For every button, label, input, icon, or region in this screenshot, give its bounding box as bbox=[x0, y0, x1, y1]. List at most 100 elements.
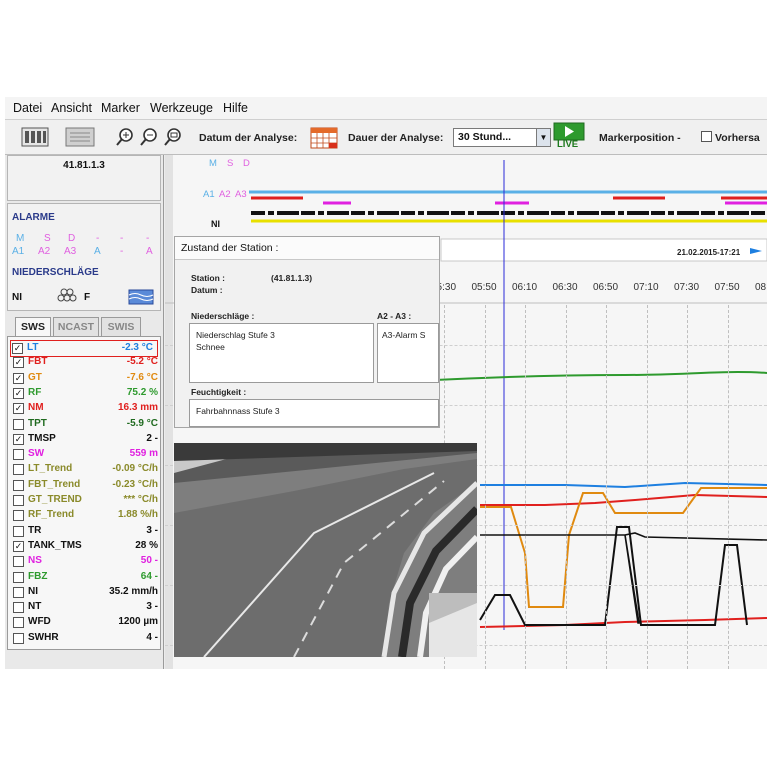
param-checkbox[interactable] bbox=[13, 586, 24, 598]
param-checkbox[interactable]: ✓ bbox=[13, 540, 24, 552]
param-checkbox[interactable]: ✓ bbox=[13, 403, 24, 415]
param-row-ns[interactable]: NS 50 - bbox=[12, 554, 162, 569]
param-checkbox[interactable] bbox=[13, 617, 24, 629]
param-row-fbt-trend[interactable]: FBT_Trend -0.23 °C/h bbox=[12, 478, 162, 493]
param-value: 16.3 mm bbox=[117, 402, 158, 414]
param-value: 1200 µm bbox=[118, 616, 158, 628]
time-tick-label: 06:10 bbox=[512, 282, 538, 293]
param-row-nm[interactable]: ✓ NM 16.3 mm bbox=[12, 401, 162, 416]
param-row-gt[interactable]: ✓ GT -7.6 °C bbox=[12, 371, 162, 386]
menu-marker[interactable]: Marker bbox=[101, 101, 140, 115]
station-id: 41.81.1.3 bbox=[63, 160, 105, 171]
zoom-out-icon[interactable] bbox=[139, 126, 159, 148]
station-state-panel: Zustand der Station : Station : (41.81.1… bbox=[174, 236, 440, 428]
menu-ansicht[interactable]: Ansicht bbox=[51, 101, 92, 115]
menu-bar: Datei Ansicht Marker Werkzeuge Hilfe bbox=[5, 97, 767, 120]
zoom-reset-icon[interactable] bbox=[163, 126, 183, 148]
param-tabs: SWS NCAST SWIS bbox=[7, 317, 161, 337]
zoom-in-icon[interactable] bbox=[115, 126, 135, 148]
param-checkbox[interactable]: ✓ bbox=[13, 387, 24, 399]
camera-picture bbox=[174, 443, 477, 657]
param-value: 4 - bbox=[146, 631, 158, 643]
tab-swis[interactable]: SWIS bbox=[101, 317, 141, 337]
road-camera-image[interactable] bbox=[174, 443, 477, 657]
param-value: -2.3 °C bbox=[121, 342, 153, 353]
param-row-rf-trend[interactable]: RF_Trend 1.88 %/h bbox=[12, 508, 162, 523]
tab-ncast[interactable]: NCAST bbox=[53, 317, 99, 337]
param-value: 2 - bbox=[146, 432, 158, 444]
param-row-tpt[interactable]: TPT -5.9 °C bbox=[12, 417, 162, 432]
param-checkbox[interactable] bbox=[13, 525, 24, 537]
param-value: -0.23 °C/h bbox=[112, 478, 158, 490]
param-checkbox[interactable] bbox=[13, 418, 24, 430]
timestamp-label: 21.02.2015-17:21 bbox=[677, 248, 741, 257]
precip-line-1: Niederschlag Stufe 3 bbox=[196, 330, 275, 340]
param-value: -5.2 °C bbox=[126, 356, 158, 368]
param-row-nt[interactable]: NT 3 - bbox=[12, 600, 162, 615]
param-name: NM bbox=[28, 402, 44, 414]
station-label: Station : bbox=[191, 273, 225, 283]
live-play-icon[interactable]: LIVE bbox=[553, 122, 585, 152]
param-checkbox[interactable] bbox=[13, 602, 24, 614]
param-row-tr[interactable]: TR 3 - bbox=[12, 524, 162, 539]
param-checkbox[interactable]: ✓ bbox=[13, 357, 24, 369]
alarm-a-2: A bbox=[146, 246, 153, 257]
param-row-tank-tms[interactable]: ✓ TANK_TMS 28 % bbox=[12, 539, 162, 554]
param-row-sw[interactable]: SW 559 m bbox=[12, 447, 162, 462]
time-tick-label: 07:10 bbox=[633, 282, 659, 293]
table-view-icon[interactable] bbox=[21, 126, 49, 148]
param-row-tmsp[interactable]: ✓ TMSP 2 - bbox=[12, 432, 162, 447]
menu-hilfe[interactable]: Hilfe bbox=[223, 101, 248, 115]
grid-line-vertical bbox=[606, 305, 607, 669]
param-row-lt-trend[interactable]: LT_Trend -0.09 °C/h bbox=[12, 462, 162, 477]
param-name: NI bbox=[28, 585, 38, 597]
marker-position-label: Markerposition - bbox=[599, 132, 681, 144]
param-row-rf[interactable]: ✓ RF 75.2 % bbox=[12, 386, 162, 401]
menu-datei[interactable]: Datei bbox=[13, 101, 42, 115]
param-checkbox[interactable] bbox=[13, 571, 24, 583]
param-checkbox[interactable] bbox=[13, 495, 24, 506]
left-panel: 41.81.1.3 ALARME M S D - - - A1 A2 A3 A … bbox=[5, 155, 164, 669]
tab-sws[interactable]: SWS bbox=[15, 317, 51, 337]
param-row-wfd[interactable]: WFD 1200 µm bbox=[12, 615, 162, 630]
forecast-checkbox[interactable] bbox=[701, 131, 712, 142]
humidity-text: Fahrbahnnass Stufe 3 bbox=[196, 406, 280, 416]
param-name: SW bbox=[28, 448, 45, 460]
param-row-ni[interactable]: NI 35.2 mm/h bbox=[12, 585, 162, 600]
calendar-icon[interactable] bbox=[309, 126, 339, 149]
param-checkbox[interactable] bbox=[13, 464, 24, 476]
param-row-swhr[interactable]: SWHR 4 - bbox=[12, 631, 162, 646]
alarm-text-box: A3-Alarm S bbox=[377, 323, 439, 383]
application-window: Datei Ansicht Marker Werkzeuge Hilfe Dat… bbox=[5, 97, 767, 669]
time-tick-label: 06:30 bbox=[552, 282, 578, 293]
param-value: 3 - bbox=[146, 601, 158, 613]
chevron-down-icon[interactable]: ▼ bbox=[536, 129, 550, 146]
param-checkbox[interactable] bbox=[13, 479, 24, 491]
param-checkbox[interactable]: ✓ bbox=[13, 433, 24, 445]
alarm-dash-2: - bbox=[120, 233, 124, 244]
time-tick-label: 08:10 bbox=[755, 282, 767, 293]
param-checkbox[interactable]: ✓ bbox=[12, 343, 23, 354]
alarm-field-label: A2 - A3 : bbox=[377, 311, 412, 321]
param-checkbox[interactable] bbox=[13, 449, 24, 461]
param-checkbox[interactable]: ✓ bbox=[13, 372, 24, 384]
param-name: TR bbox=[28, 524, 42, 536]
param-checkbox[interactable] bbox=[13, 556, 24, 568]
param-row-gt-trend[interactable]: GT_TREND *** °C/h bbox=[12, 493, 162, 508]
param-checkbox[interactable] bbox=[13, 510, 24, 522]
alarm-m: M bbox=[16, 233, 25, 244]
menu-werkzeuge[interactable]: Werkzeuge bbox=[150, 101, 213, 115]
alarm-precip-box: ALARME M S D - - - A1 A2 A3 A - A NIEDER… bbox=[7, 203, 161, 311]
grid-line-vertical bbox=[727, 305, 729, 669]
time-tick-label: 06:50 bbox=[593, 282, 619, 293]
duration-select[interactable]: 30 Stund... ▼ bbox=[453, 128, 551, 147]
report-icon[interactable] bbox=[65, 126, 95, 148]
time-tick-label: 07:50 bbox=[714, 282, 740, 293]
param-row-fbt[interactable]: ✓ FBT -5.2 °C bbox=[12, 355, 162, 370]
param-name: NS bbox=[28, 555, 42, 567]
param-checkbox[interactable] bbox=[13, 632, 24, 644]
param-value: 28 % bbox=[135, 539, 158, 551]
alarm-text: A3-Alarm S bbox=[382, 330, 426, 340]
param-name: TPT bbox=[28, 417, 47, 429]
param-row-fbz[interactable]: FBZ 64 - bbox=[12, 570, 162, 585]
